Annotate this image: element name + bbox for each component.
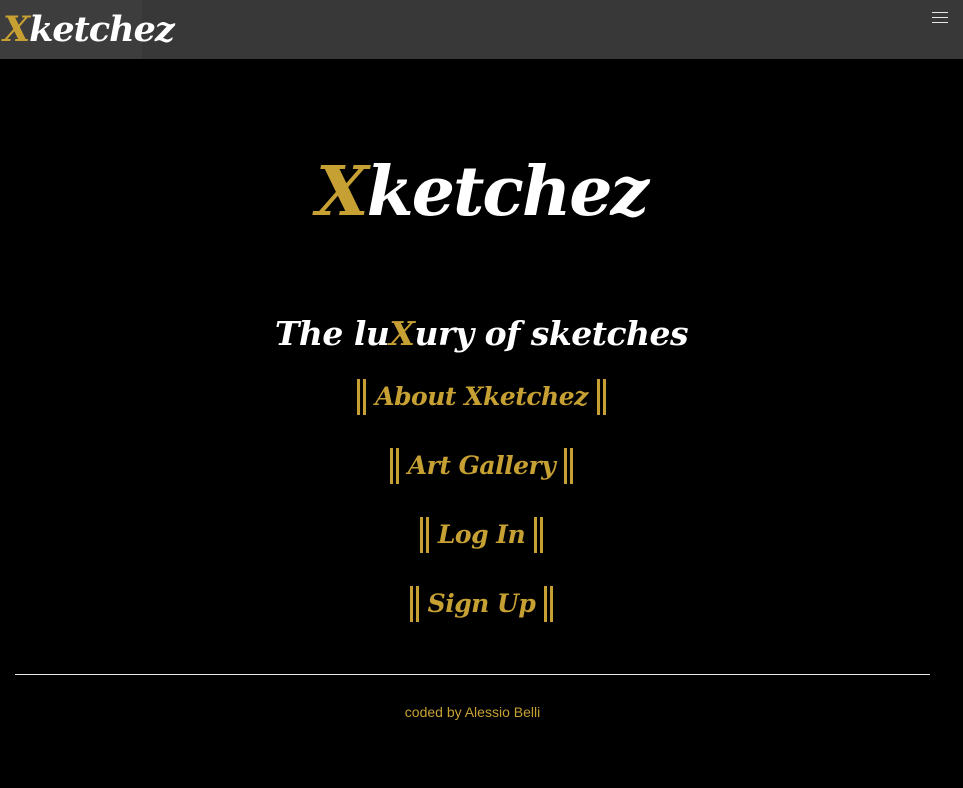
hero-title-text: ketchez	[366, 152, 650, 232]
hamburger-icon[interactable]	[932, 12, 948, 26]
bracket-right	[534, 516, 544, 553]
bracket-right	[544, 585, 554, 622]
log-in-label: Log In	[437, 520, 526, 549]
bracket-left	[357, 378, 367, 415]
top-navbar: Xketchez	[0, 0, 963, 59]
art-gallery-label: Art Gallery	[407, 451, 556, 480]
bracket-left	[419, 516, 429, 553]
hamburger-line	[932, 12, 948, 13]
about-link[interactable]: About Xketchez	[348, 377, 615, 416]
footer-credit: coded by Alessio Belli	[404, 704, 541, 720]
brand-logo-link[interactable]: Xketchez	[0, 0, 175, 59]
tagline: The luXury of sketches	[0, 312, 963, 356]
hero-title: Xketchez	[0, 152, 963, 232]
hero-title-x: X	[315, 152, 369, 232]
bracket-left	[389, 447, 399, 484]
footer-divider	[15, 674, 930, 675]
menu-item-signup: Sign Up	[0, 584, 963, 623]
main-menu: About Xketchez Art Gallery Log In Sign U…	[0, 377, 963, 653]
hamburger-line	[932, 17, 948, 18]
menu-item-about: About Xketchez	[0, 377, 963, 416]
bracket-left	[409, 585, 419, 622]
brand-logo-text: ketchez	[29, 9, 175, 50]
sign-up-link[interactable]: Sign Up	[401, 584, 563, 623]
about-label: About Xketchez	[375, 382, 588, 411]
menu-item-gallery: Art Gallery	[0, 446, 963, 485]
brand-logo-x: X	[3, 9, 30, 50]
log-in-link[interactable]: Log In	[411, 515, 552, 554]
tagline-highlight: X	[389, 314, 415, 353]
bracket-right	[564, 447, 574, 484]
art-gallery-link[interactable]: Art Gallery	[381, 446, 582, 485]
menu-item-login: Log In	[0, 515, 963, 554]
sign-up-label: Sign Up	[427, 589, 536, 618]
tagline-end: ury of sketches	[414, 314, 689, 353]
bracket-right	[596, 378, 606, 415]
tagline-start: The lu	[274, 314, 390, 353]
hamburger-line	[932, 22, 948, 23]
